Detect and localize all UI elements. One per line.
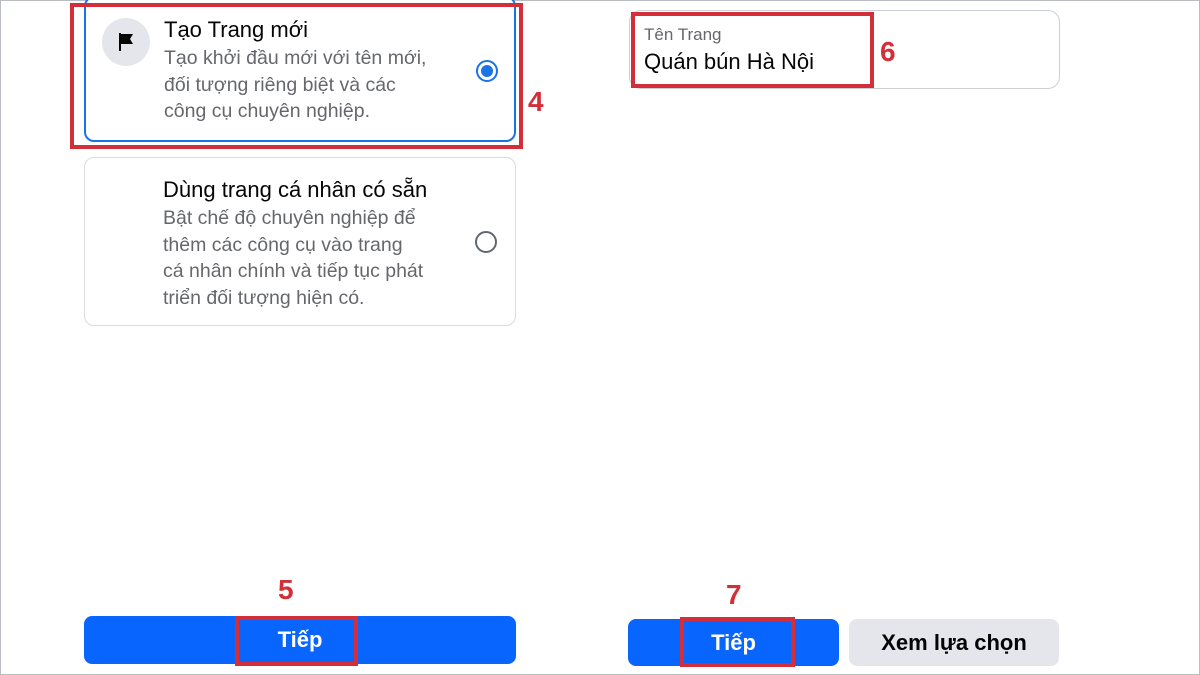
option-use-existing-profile[interactable]: Dùng trang cá nhân có sẵn Bật chế độ chu… bbox=[84, 157, 516, 326]
page-name-value[interactable]: Quán bún Hà Nội bbox=[644, 49, 814, 75]
page-name-field[interactable]: Tên Trang Quán bún Hà Nội bbox=[629, 10, 1060, 89]
step-marker-5: 5 bbox=[278, 574, 294, 605]
see-options-button[interactable]: Xem lựa chọn bbox=[849, 619, 1059, 666]
option-new-description: Tạo khởi đầu mới với tên mới, đối tượng … bbox=[164, 47, 427, 122]
flag-icon-circle bbox=[102, 18, 150, 66]
step-marker-6: 6 bbox=[880, 36, 896, 67]
left-next-button[interactable]: Tiếp bbox=[84, 616, 516, 664]
right-next-button[interactable]: Tiếp bbox=[628, 619, 839, 666]
option-existing-radio[interactable] bbox=[475, 231, 497, 253]
option-existing-title: Dùng trang cá nhân có sẵn bbox=[163, 177, 428, 202]
step-marker-4: 4 bbox=[528, 86, 544, 117]
flag-icon bbox=[119, 33, 133, 51]
option-create-new-page[interactable]: Tạo Trang mới Tạo khởi đầu mới với tên m… bbox=[84, 0, 516, 142]
option-existing-description: Bật chế độ chuyên nghiệp để thêm các côn… bbox=[163, 207, 424, 309]
page-name-label: Tên Trang bbox=[644, 25, 722, 44]
option-new-title: Tạo Trang mới bbox=[164, 17, 309, 42]
step-marker-7: 7 bbox=[726, 579, 742, 610]
option-new-radio[interactable] bbox=[476, 60, 498, 82]
